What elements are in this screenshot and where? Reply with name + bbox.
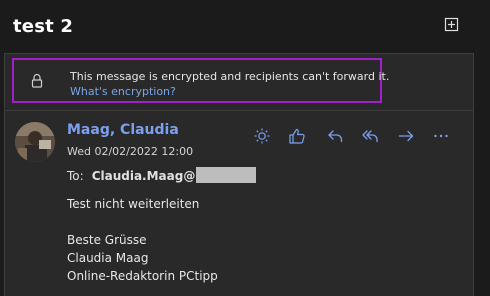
recipient-name[interactable]: Claudia.Maag@ xyxy=(92,169,196,183)
avatar[interactable] xyxy=(15,122,55,162)
encryption-info-link[interactable]: What's encryption? xyxy=(70,85,176,98)
to-label: To: xyxy=(67,169,84,183)
body-line: Beste Grüsse xyxy=(67,233,147,247)
encryption-banner: This message is encrypted and recipients… xyxy=(12,58,389,103)
message-pane: This message is encrypted and recipients… xyxy=(4,53,474,296)
reading-pane-root: test 2 This message is encrypted and rec… xyxy=(0,0,490,296)
reply-all-icon[interactable] xyxy=(361,127,379,145)
popout-icon[interactable] xyxy=(443,16,461,34)
more-icon[interactable] xyxy=(432,127,450,145)
divider xyxy=(5,110,473,111)
redacted-area xyxy=(196,167,257,183)
recipient-row: To: Claudia.Maag@ xyxy=(67,167,257,183)
body-line: Online-Redaktorin PCtipp xyxy=(67,269,218,283)
encryption-message: This message is encrypted and recipients… xyxy=(70,70,390,83)
message-date: Wed 02/02/2022 12:00 xyxy=(67,145,194,158)
thumbs-up-icon[interactable] xyxy=(288,127,306,145)
body-line: Claudia Maag xyxy=(67,251,149,265)
forward-icon[interactable] xyxy=(397,127,415,145)
message-subject: test 2 xyxy=(13,16,74,37)
reply-icon[interactable] xyxy=(326,127,344,145)
lock-icon xyxy=(30,73,44,89)
sun-icon[interactable] xyxy=(253,127,271,145)
sender-name[interactable]: Maag, Claudia xyxy=(67,122,179,138)
body-line: Test nicht weiterleiten xyxy=(67,197,200,211)
